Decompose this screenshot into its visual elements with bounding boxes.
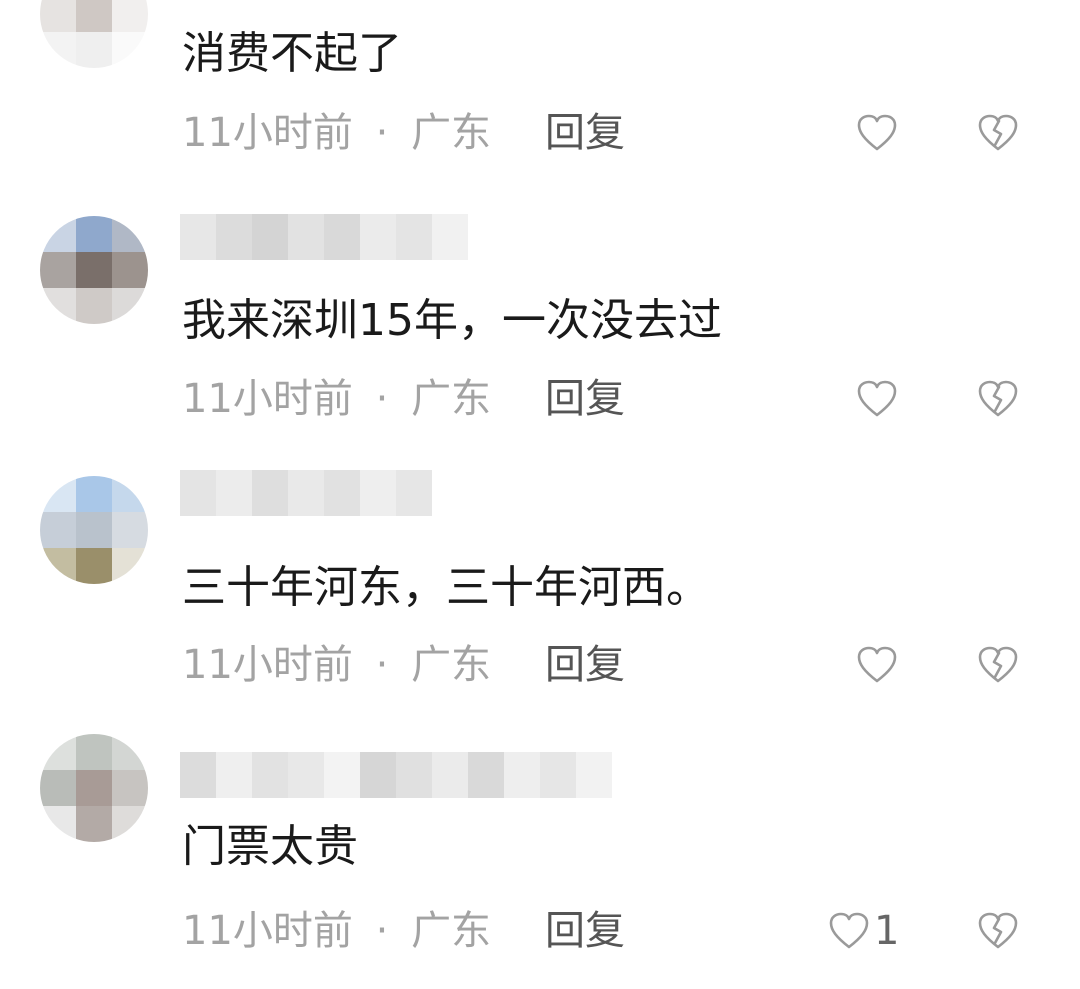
location: 广东 xyxy=(411,908,492,954)
comment-meta: 11小时前 · 广东 xyxy=(182,906,491,956)
dislike-button[interactable] xyxy=(976,108,1020,158)
dislike-button[interactable] xyxy=(976,374,1020,424)
like-button[interactable] xyxy=(856,374,902,424)
comment-text: 门票太贵 xyxy=(182,821,358,872)
broken-heart-icon xyxy=(977,379,1019,419)
comment-meta: 11小时前 · 广东 xyxy=(182,640,491,690)
timestamp: 11小时前 xyxy=(182,110,353,156)
comment-meta: 11小时前 · 广东 xyxy=(182,374,491,424)
timestamp: 11小时前 xyxy=(182,376,353,422)
heart-outline-icon xyxy=(856,379,898,419)
dislike-button[interactable] xyxy=(976,906,1020,956)
username-blurred[interactable] xyxy=(180,752,612,798)
username-blurred[interactable] xyxy=(180,214,468,260)
comment-item: 我来深圳15年，一次没去过 11小时前 · 广东 回复 xyxy=(0,190,1080,455)
location: 广东 xyxy=(411,642,492,688)
separator-dot: · xyxy=(375,642,389,688)
avatar[interactable] xyxy=(40,0,148,68)
reply-button[interactable]: 回复 xyxy=(545,374,625,424)
broken-heart-icon xyxy=(977,645,1019,685)
reply-button[interactable]: 回复 xyxy=(545,640,625,690)
comment-text: 三十年河东，三十年河西。 xyxy=(182,562,710,613)
comment-meta: 11小时前 · 广东 xyxy=(182,108,491,158)
avatar[interactable] xyxy=(40,216,148,324)
heart-outline-icon xyxy=(856,645,898,685)
username-blurred[interactable] xyxy=(180,470,432,516)
comment-item: 门票太贵 11小时前 · 广东 回复 1 xyxy=(0,720,1080,985)
heart-outline-icon xyxy=(856,113,898,153)
like-button[interactable] xyxy=(856,640,902,690)
like-count: 1 xyxy=(874,908,900,954)
dislike-button[interactable] xyxy=(976,640,1020,690)
avatar[interactable] xyxy=(40,734,148,842)
avatar[interactable] xyxy=(40,476,148,584)
separator-dot: · xyxy=(375,376,389,422)
separator-dot: · xyxy=(375,110,389,156)
comment-text: 我来深圳15年，一次没去过 xyxy=(182,295,722,346)
separator-dot: · xyxy=(375,908,389,954)
comment-item: 三十年河东，三十年河西。 11小时前 · 广东 回复 xyxy=(0,456,1080,721)
like-button[interactable] xyxy=(856,108,902,158)
broken-heart-icon xyxy=(977,113,1019,153)
location: 广东 xyxy=(411,376,492,422)
reply-button[interactable]: 回复 xyxy=(545,108,625,158)
reply-button[interactable]: 回复 xyxy=(545,906,625,956)
timestamp: 11小时前 xyxy=(182,908,353,954)
like-button[interactable]: 1 xyxy=(828,906,899,956)
heart-outline-icon xyxy=(828,911,870,951)
location: 广东 xyxy=(411,110,492,156)
timestamp: 11小时前 xyxy=(182,642,353,688)
broken-heart-icon xyxy=(977,911,1019,951)
comment-text: 消费不起了 xyxy=(182,28,402,79)
